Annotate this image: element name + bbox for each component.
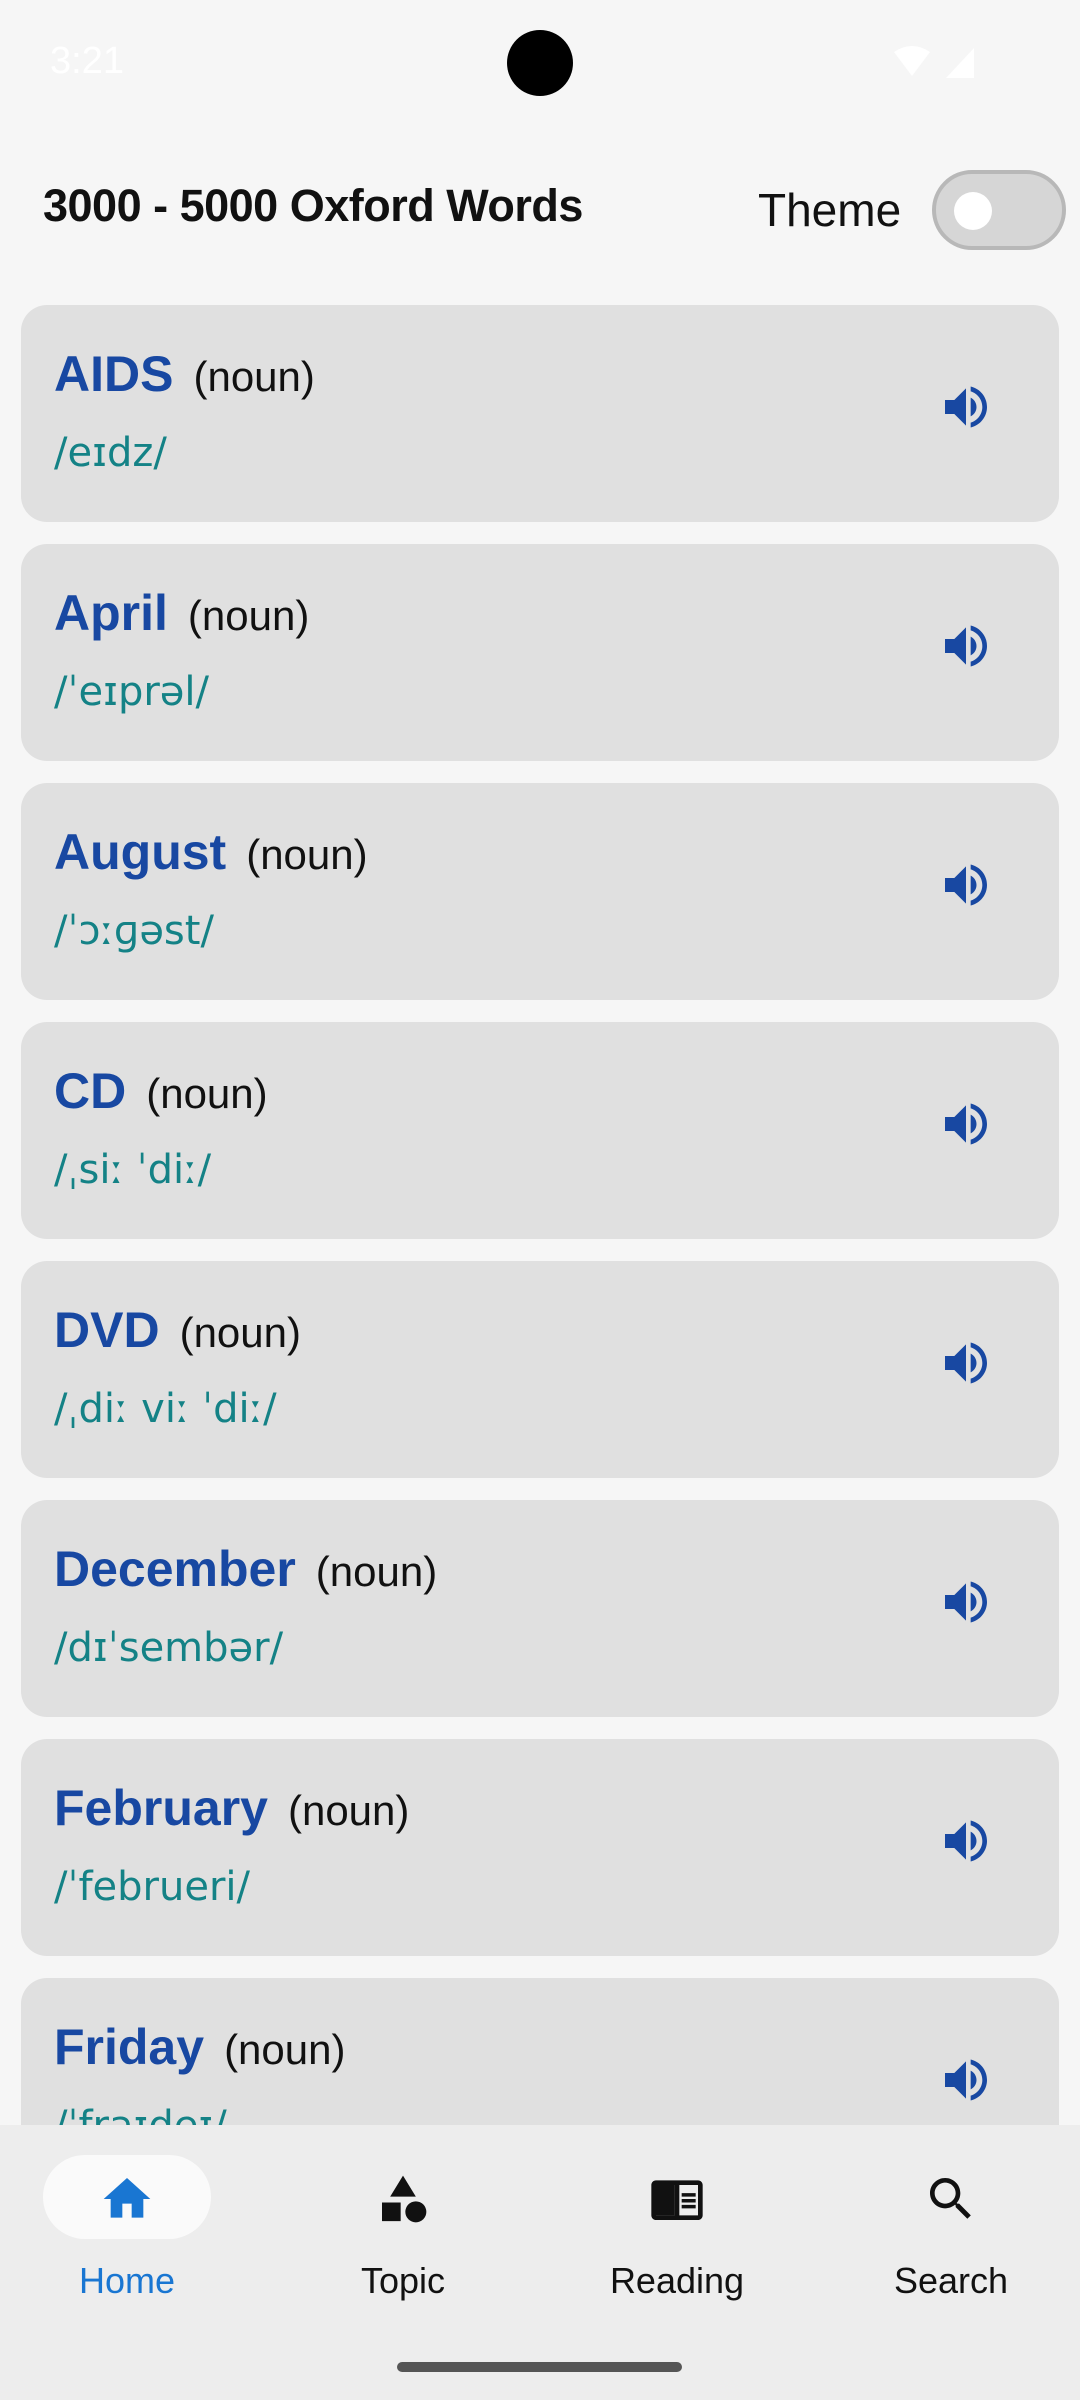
word-head: DVD (noun) xyxy=(54,1301,301,1359)
word-list[interactable]: AIDS (noun) /eɪdz/ April (noun) /ˈeɪprəl/ … xyxy=(0,305,1080,2125)
word-title: AIDS xyxy=(54,346,174,402)
word-pronunciation: /ˈfraɪdeɪ/ xyxy=(54,2103,227,2125)
page-title: 3000 - 5000 Oxford Words xyxy=(43,180,583,231)
search-icon xyxy=(930,2178,971,2219)
word-head: AIDS (noun) xyxy=(54,345,315,403)
word-head: August (noun) xyxy=(54,823,368,881)
nav-search-label: Search xyxy=(893,2260,1009,2301)
status-icons xyxy=(894,46,974,78)
word-card[interactable]: AIDS (noun) /eɪdz/ xyxy=(21,305,1059,522)
speaker-icon[interactable] xyxy=(938,1574,994,1630)
word-title: August xyxy=(54,824,227,880)
word-pronunciation: /dɪˈsembər/ xyxy=(54,1625,284,1671)
nav-topic[interactable]: Topic xyxy=(303,2155,503,2325)
word-part-of-speech: (noun) xyxy=(193,353,315,400)
word-pronunciation: /eɪdz/ xyxy=(54,430,167,476)
word-card[interactable]: August (noun) /ˈɔːɡəst/ xyxy=(21,783,1059,1000)
speaker-icon[interactable] xyxy=(938,1335,994,1391)
word-part-of-speech: (noun) xyxy=(187,592,310,639)
word-title: February xyxy=(54,1780,268,1836)
nav-reading[interactable]: Reading xyxy=(577,2155,777,2325)
word-part-of-speech: (noun) xyxy=(315,1548,438,1595)
word-title: December xyxy=(54,1541,296,1597)
word-pronunciation: /ˈɔːɡəst/ xyxy=(54,908,214,954)
home-icon xyxy=(103,2178,151,2218)
nav-home-label: Home xyxy=(78,2260,176,2301)
word-title: CD xyxy=(54,1063,127,1119)
word-head: CD (noun) xyxy=(54,1062,268,1120)
camera-cutout xyxy=(507,30,573,96)
word-head: Friday (noun) xyxy=(54,2018,345,2076)
word-pronunciation: /ˌdiː viː ˈdiː/ xyxy=(54,1386,277,1432)
word-pronunciation: /ˌsiː ˈdiː/ xyxy=(54,1147,212,1193)
bottom-navigation: Home Topic Reading Search xyxy=(0,2125,1080,2400)
app-screen: 3:21 3000 - 5000 Oxford Words Theme AIDS… xyxy=(0,0,1080,2400)
word-card[interactable]: CD (noun) /ˌsiː ˈdiː/ xyxy=(21,1022,1059,1239)
reading-icon xyxy=(651,2180,703,2220)
speaker-icon[interactable] xyxy=(938,1096,994,1152)
word-card[interactable]: Friday (noun) /ˈfraɪdeɪ/ xyxy=(21,1978,1059,2125)
word-head: February (noun) xyxy=(54,1779,409,1837)
speaker-icon[interactable] xyxy=(938,618,994,674)
status-bar: 3:21 xyxy=(0,0,1080,130)
nav-search[interactable]: Search xyxy=(851,2155,1051,2325)
word-part-of-speech: (noun) xyxy=(287,1787,410,1834)
nav-reading-label: Reading xyxy=(609,2260,745,2301)
word-title: DVD xyxy=(54,1302,160,1358)
speaker-icon[interactable] xyxy=(938,379,994,435)
nav-home[interactable]: Home xyxy=(27,2155,227,2325)
app-bar: 3000 - 5000 Oxford Words Theme xyxy=(0,150,1080,270)
speaker-icon[interactable] xyxy=(938,857,994,913)
word-card[interactable]: DVD (noun) /ˌdiː viː ˈdiː/ xyxy=(21,1261,1059,1478)
word-title: Friday xyxy=(54,2019,205,2075)
signal-icon xyxy=(946,48,974,78)
word-card[interactable]: April (noun) /ˈeɪprəl/ xyxy=(21,544,1059,761)
home-indicator[interactable] xyxy=(397,2362,682,2372)
speaker-icon[interactable] xyxy=(938,2052,994,2108)
wifi-icon xyxy=(894,46,930,76)
word-head: December (noun) xyxy=(54,1540,437,1598)
theme-label: Theme xyxy=(758,184,902,236)
toggle-knob xyxy=(954,192,992,230)
status-time: 3:21 xyxy=(50,40,124,82)
word-pronunciation: /ˈfebrueri/ xyxy=(54,1864,250,1910)
shapes-icon xyxy=(382,2175,427,2223)
theme-toggle[interactable] xyxy=(932,170,1066,250)
word-part-of-speech: (noun) xyxy=(146,1070,268,1117)
speaker-icon[interactable] xyxy=(938,1813,994,1869)
word-title: April xyxy=(54,585,168,641)
word-part-of-speech: (noun) xyxy=(179,1309,301,1356)
word-head: April (noun) xyxy=(54,584,309,642)
word-card[interactable]: December (noun) /dɪˈsembər/ xyxy=(21,1500,1059,1717)
nav-topic-label: Topic xyxy=(360,2260,446,2301)
word-card[interactable]: February (noun) /ˈfebrueri/ xyxy=(21,1739,1059,1956)
word-part-of-speech: (noun) xyxy=(224,2026,346,2073)
word-pronunciation: /ˈeɪprəl/ xyxy=(54,669,209,715)
word-part-of-speech: (noun) xyxy=(246,831,368,878)
